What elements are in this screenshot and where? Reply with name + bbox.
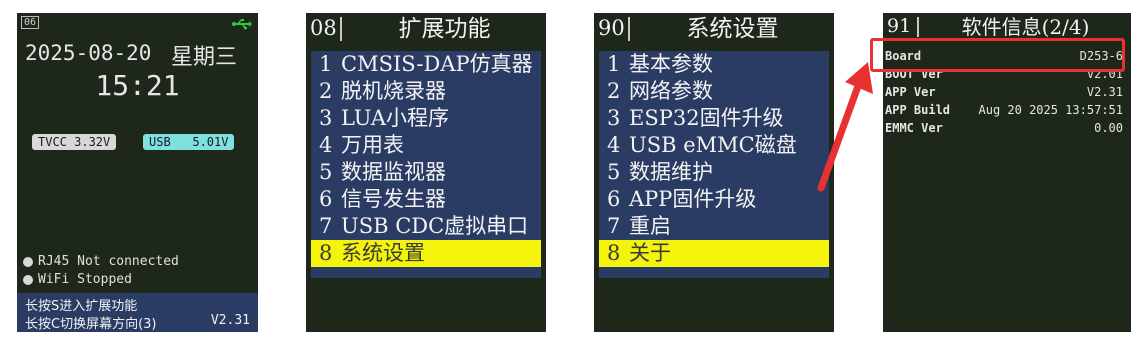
- menu-item-app-upgrade[interactable]: 6 APP固件升级: [599, 186, 829, 213]
- annotation-highlight-box: [870, 38, 1125, 72]
- menu-item-data-monitor[interactable]: 5 数据监视器: [311, 159, 541, 186]
- info-row-emmc-ver: EMMC Ver 0.00: [885, 121, 1123, 135]
- rj45-status: RJ45 Not connected: [23, 254, 179, 269]
- menu-item-network-params[interactable]: 2 网络参数: [599, 78, 829, 105]
- menu-title: 扩展功能: [398, 16, 491, 42]
- menu-item-reboot[interactable]: 7 重启: [599, 213, 829, 240]
- info-title: 软件信息(2/4): [961, 15, 1090, 39]
- menu-item-about[interactable]: 8 关于: [599, 240, 829, 267]
- header-divider: [628, 17, 630, 41]
- menu-header: 90 系统设置: [594, 13, 834, 45]
- date-text: 2025-08-20: [25, 41, 152, 65]
- page-number: 08: [310, 16, 337, 40]
- menu-item-signal-generator[interactable]: 6 信号发生器: [311, 186, 541, 213]
- wifi-status-dot-icon: [23, 274, 33, 285]
- system-settings-screen: 90 系统设置 1 基本参数 2 网络参数 3 ESP32固件升级 4 USB eMMC…: [594, 13, 834, 332]
- menu-list: 1 CMSIS-DAP仿真器 2 脱机烧录器 3 LUA小程序 4 万用表 5 数据监视器…: [311, 51, 541, 278]
- extended-functions-screen: 08 扩展功能 1 CMSIS-DAP仿真器 2 脱机烧录器 3 LUA小程序 4 万用…: [306, 13, 546, 332]
- page-number-badge: 06: [21, 16, 40, 29]
- annotation-arrow-icon: [817, 62, 873, 192]
- info-header: 91 软件信息(2/4): [883, 13, 1131, 41]
- usb-voltage-badge: USB 5.01V: [143, 134, 235, 150]
- menu-item-usb-emmc[interactable]: 4 USB eMMC磁盘: [599, 132, 829, 159]
- usb-icon: [232, 15, 252, 34]
- rj45-status-dot-icon: [23, 256, 33, 267]
- hint-bar: 长按S进入扩展功能 长按C切换屏幕方向(3) V2.31: [17, 293, 258, 332]
- menu-item-multimeter[interactable]: 4 万用表: [311, 132, 541, 159]
- menu-item-usb-cdc[interactable]: 7 USB CDC虚拟串口: [311, 213, 541, 240]
- menu-list: 1 基本参数 2 网络参数 3 ESP32固件升级 4 USB eMMC磁盘 5 数据维护…: [599, 51, 829, 278]
- page-number: 91: [887, 15, 912, 37]
- page-number: 90: [598, 16, 625, 40]
- wifi-status: WiFi Stopped: [23, 272, 132, 287]
- menu-header: 08 扩展功能: [306, 13, 546, 45]
- clock-time: 15:21: [95, 69, 180, 102]
- header-divider: [340, 17, 342, 41]
- menu-title: 系统设置: [686, 16, 779, 42]
- hint-extend: 长按S进入扩展功能: [25, 299, 138, 314]
- menu-item-offline-programmer[interactable]: 2 脱机烧录器: [311, 78, 541, 105]
- menu-item-data-maintenance[interactable]: 5 数据维护: [599, 159, 829, 186]
- menu-item-lua-app[interactable]: 3 LUA小程序: [311, 105, 541, 132]
- home-screen: 06 2025-08-20 星期三 15:21 TVCC 3.32V USB 5…: [17, 13, 258, 332]
- menu-item-esp32-upgrade[interactable]: 3 ESP32固件升级: [599, 105, 829, 132]
- menu-item-system-settings[interactable]: 8 系统设置: [311, 240, 541, 267]
- menu-item-cmsis-dap[interactable]: 1 CMSIS-DAP仿真器: [311, 51, 541, 78]
- hint-rotate: 长按C切换屏幕方向(3): [25, 317, 157, 332]
- weekday-text: 星期三: [171, 45, 238, 70]
- tvcc-voltage-badge: TVCC 3.32V: [32, 134, 117, 150]
- header-divider: [917, 17, 919, 37]
- info-row-app-build: APP Build Aug 20 2025 13:57:51: [885, 103, 1123, 117]
- info-row-app-ver: APP Ver V2.31: [885, 85, 1123, 99]
- firmware-version: V2.31: [210, 313, 250, 328]
- menu-item-basic-params[interactable]: 1 基本参数: [599, 51, 829, 78]
